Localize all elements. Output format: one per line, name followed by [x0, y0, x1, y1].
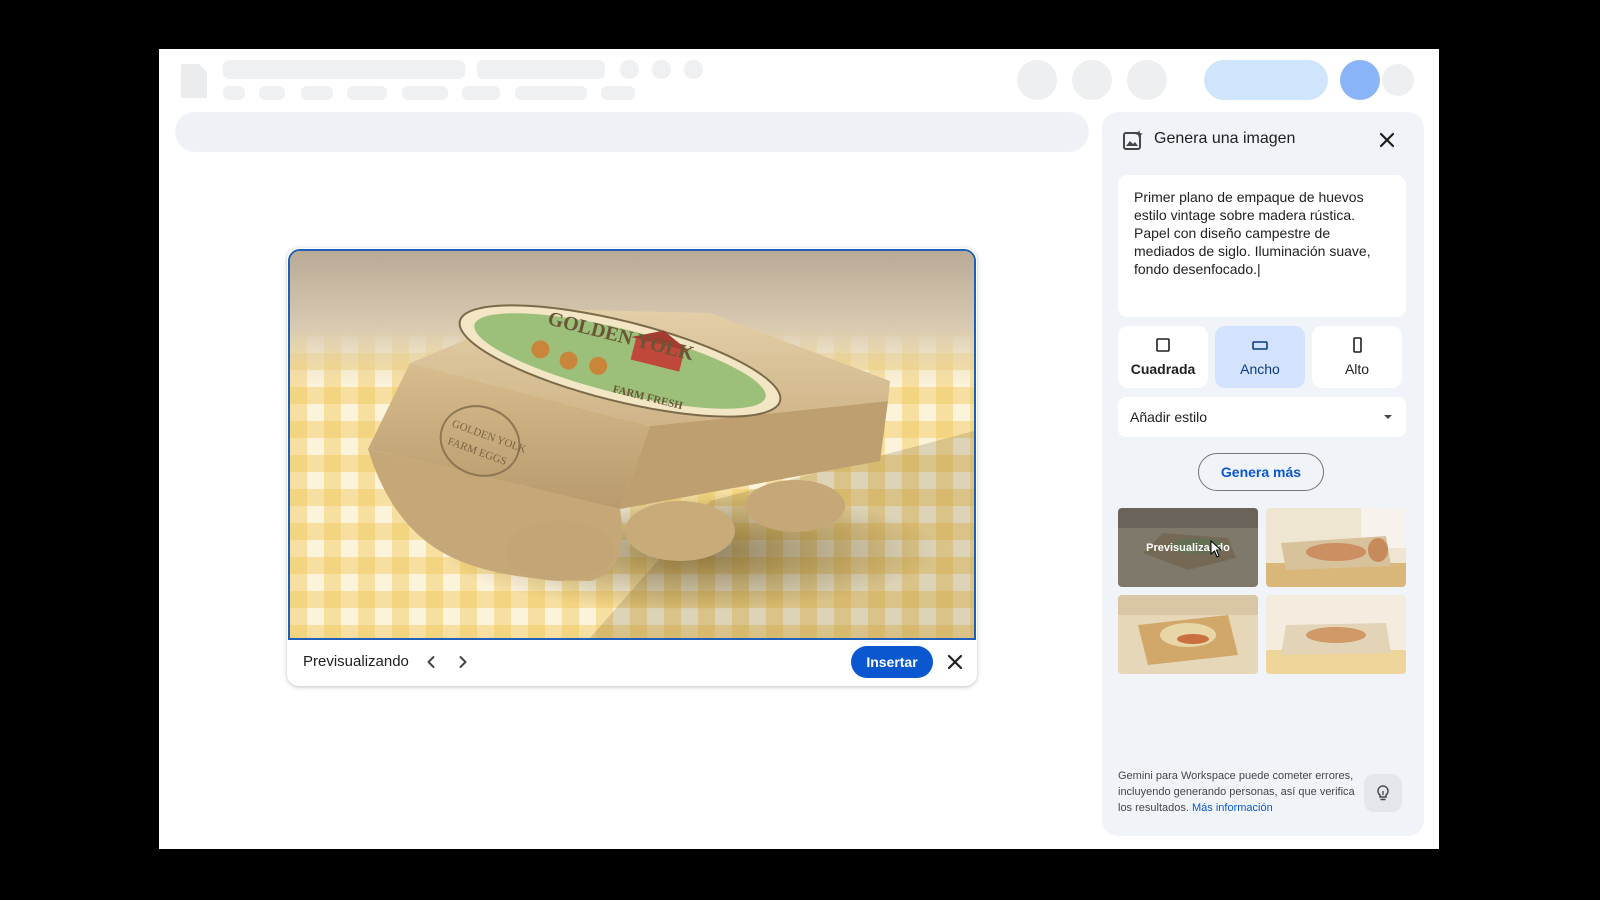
- thumbnail-4[interactable]: [1266, 595, 1406, 674]
- chevron-left-icon[interactable]: [419, 650, 443, 674]
- doc-subtitle-placeholder: [477, 60, 605, 79]
- menu-placeholder: [223, 86, 245, 100]
- close-panel-icon[interactable]: [1374, 127, 1400, 153]
- history-icon: [1017, 60, 1057, 100]
- lightbulb-icon: [1377, 785, 1389, 801]
- chevron-right-icon[interactable]: [451, 650, 475, 674]
- menu-placeholder: [462, 86, 500, 100]
- learn-more-link[interactable]: Más información: [1192, 802, 1273, 814]
- menu-placeholder: [515, 86, 587, 100]
- portrait-icon: [1353, 337, 1362, 353]
- menu-placeholder: [402, 86, 448, 100]
- gemini-icon: [1382, 64, 1414, 96]
- generate-image-panel: Genera una imagen Primer plano de empaqu…: [1102, 112, 1424, 836]
- cloud-icon: [684, 60, 703, 79]
- square-icon: [1156, 338, 1170, 352]
- panel-title: Genera una imagen: [1154, 130, 1296, 147]
- meet-icon: [1127, 60, 1167, 100]
- preview-image[interactable]: GOLDEN YOLK FARM FRESH GOLDEN YOLK FARM …: [288, 249, 976, 640]
- style-select[interactable]: Añadir estilo: [1118, 397, 1406, 437]
- docs-file-icon: [181, 64, 207, 98]
- docs-window: GOLDEN YOLK FARM FRESH GOLDEN YOLK FARM …: [159, 49, 1439, 849]
- star-icon: [620, 60, 639, 79]
- image-sparkle-icon: [1122, 129, 1144, 151]
- style-select-value: Añadir estilo: [1130, 409, 1208, 425]
- generate-more-button[interactable]: Genera más: [1198, 453, 1324, 491]
- aspect-wide-label: Ancho: [1240, 361, 1280, 377]
- menu-placeholder: [259, 86, 285, 100]
- share-button: [1204, 60, 1328, 100]
- prompt-input[interactable]: Primer plano de empaque de huevos estilo…: [1118, 175, 1406, 317]
- doc-title-placeholder: [223, 60, 465, 79]
- cursor-icon: [1210, 540, 1223, 558]
- avatar: [1340, 60, 1380, 100]
- aspect-tall-label: Alto: [1344, 361, 1370, 377]
- close-icon[interactable]: [943, 650, 967, 674]
- menu-placeholder: [301, 86, 333, 100]
- thumbnail-2[interactable]: [1266, 508, 1406, 587]
- insert-button[interactable]: Insertar: [851, 646, 933, 678]
- menu-placeholder: [601, 86, 635, 100]
- aspect-square-label: Cuadrada: [1130, 361, 1196, 377]
- thumbnail-3[interactable]: [1118, 595, 1258, 674]
- menu-placeholder: [347, 86, 387, 100]
- disclaimer: Gemini para Workspace puede cometer erro…: [1118, 768, 1358, 816]
- preview-bar: Previsualizando Insertar: [287, 638, 977, 686]
- thumbnail-overlay-label: Previsualizando: [1118, 508, 1258, 587]
- preview-status-label: Previsualizando: [303, 653, 409, 670]
- feedback-button[interactable]: [1364, 774, 1402, 812]
- image-preview-card: GOLDEN YOLK FARM FRESH GOLDEN YOLK FARM …: [287, 248, 977, 686]
- dropdown-arrow-icon: [1384, 415, 1392, 419]
- landscape-icon: [1252, 341, 1268, 350]
- move-icon: [652, 60, 671, 79]
- aspect-tall-button[interactable]: Alto: [1312, 326, 1402, 388]
- aspect-square-button[interactable]: Cuadrada: [1118, 326, 1208, 388]
- toolbar-placeholder: [175, 112, 1089, 152]
- thumbnail-1[interactable]: Previsualizando: [1118, 508, 1258, 587]
- aspect-wide-button[interactable]: Ancho: [1215, 326, 1305, 388]
- comments-icon: [1072, 60, 1112, 100]
